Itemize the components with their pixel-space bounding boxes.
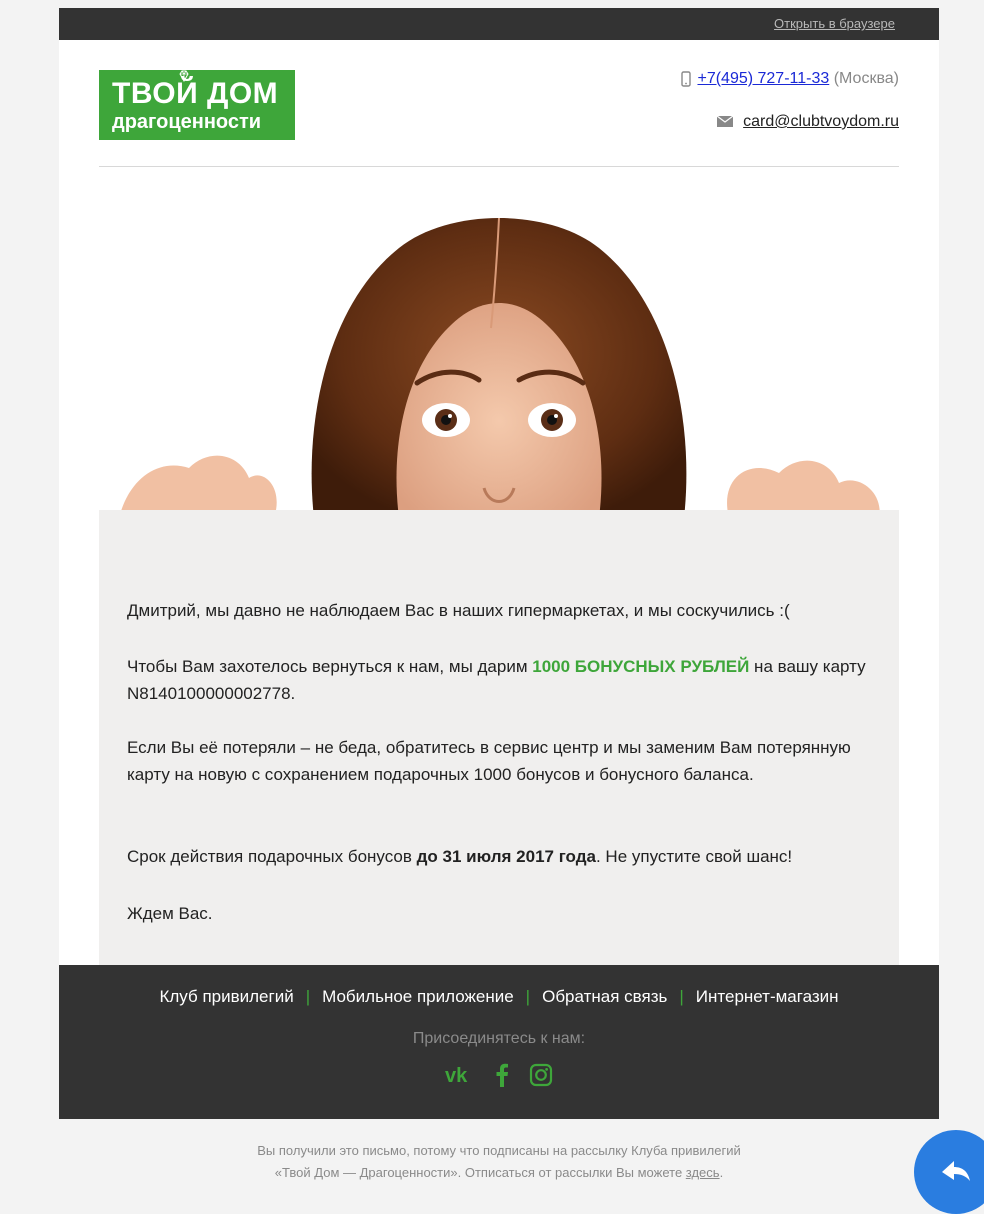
footer-link-feedback[interactable]: Обратная связь (542, 987, 667, 1006)
footer-nav: Клуб привилегий | Мобильное приложение | Обр… (159, 987, 839, 1006)
facebook-icon[interactable] (495, 1063, 509, 1092)
top-bar: Открыть в браузере (59, 8, 939, 40)
open-in-browser-link[interactable]: Открыть в браузере (774, 16, 895, 31)
legal-line-2: «Твой Дом — Драгоценности». Отписаться о… (274, 1165, 724, 1180)
deadline-highlight: до 31 июля 2017 года (416, 847, 596, 866)
legal-line-1: Вы получили это письмо, потому что подпи… (257, 1143, 741, 1158)
deadline-paragraph: Срок действия подарочных бонусов до 31 и… (127, 847, 793, 866)
legal-notice: Вы получили это письмо, потому что подпи… (59, 1140, 939, 1184)
footer-link-app[interactable]: Мобильное приложение (322, 987, 514, 1006)
email-body: ТВОЙ ДОМ драгоценности +7(495) 727-11-33… (59, 40, 939, 965)
footer: Клуб привилегий | Мобильное приложение | Обр… (59, 965, 939, 1119)
instagram-icon[interactable] (529, 1063, 553, 1092)
vk-icon[interactable]: vk (445, 1065, 475, 1090)
brand-logo[interactable]: ТВОЙ ДОМ драгоценности (99, 70, 295, 140)
bonus-paragraph: Чтобы Вам захотелось вернуться к нам, мы… (127, 657, 866, 703)
message-card: Дмитрий, мы давно не наблюдаем Вас в наш… (99, 510, 899, 965)
reply-button[interactable] (914, 1130, 984, 1214)
phone-link[interactable]: +7(495) 727-11-33 (697, 70, 829, 87)
header-divider (99, 166, 899, 167)
email-link[interactable]: card@clubtvoydom.ru (743, 113, 899, 130)
join-us-text: Присоединятесь к нам: (412, 1030, 586, 1047)
lost-card-paragraph: Если Вы её потеряли – не беда, обратитес… (127, 738, 851, 784)
phone-contact: +7(495) 727-11-33 (Москва) (681, 70, 899, 88)
closing-text: Ждем Вас. (127, 904, 213, 923)
footer-link-club[interactable]: Клуб привилегий (159, 987, 293, 1006)
phone-city: (Москва) (833, 70, 899, 87)
unsubscribe-link[interactable]: здесь (686, 1165, 720, 1180)
svg-text:vk: vk (445, 1065, 468, 1085)
email-canvas: Открыть в браузере ТВОЙ ДОМ драгоценност… (0, 0, 984, 1214)
greeting-text: Дмитрий, мы давно не наблюдаем Вас в наш… (127, 601, 790, 620)
social-links: vk (59, 1063, 939, 1092)
phone-icon (681, 71, 692, 87)
reply-icon (942, 1161, 970, 1181)
bonus-highlight: 1000 БОНУСНЫХ РУБЛЕЙ (532, 657, 750, 676)
footer-link-shop[interactable]: Интернет-магазин (696, 987, 839, 1006)
envelope-icon (717, 116, 734, 128)
email-contact: card@clubtvoydom.ru (717, 113, 899, 131)
logo-subtitle: драгоценности (112, 111, 262, 133)
logo-title: ТВОЙ ДОМ (112, 77, 279, 110)
